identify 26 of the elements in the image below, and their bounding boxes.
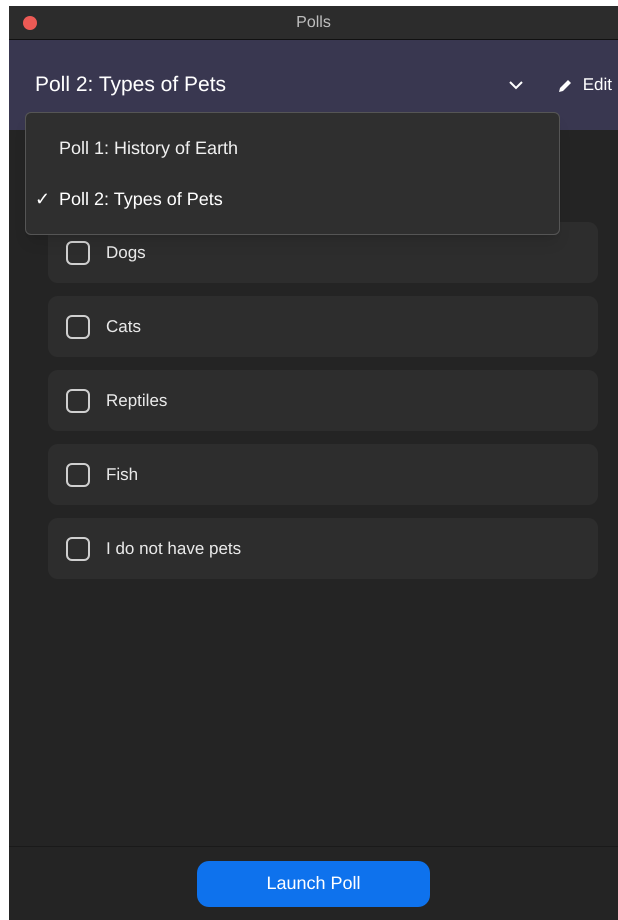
launch-poll-button[interactable]: Launch Poll [197, 860, 430, 906]
poll-title: Poll 2: Types of Pets [35, 72, 228, 98]
checkbox[interactable] [66, 536, 90, 560]
pencil-icon [558, 78, 573, 92]
option-card[interactable]: Fish [48, 444, 598, 505]
option-label: Dogs [106, 242, 146, 264]
chevron-down-icon[interactable] [508, 80, 524, 90]
option-label: Fish [106, 464, 138, 486]
edit-button[interactable]: Edit [558, 72, 612, 98]
dropdown-item[interactable]: Poll 1: History of Earth [26, 134, 559, 162]
option-card[interactable]: Reptiles [48, 370, 598, 431]
checkbox[interactable] [66, 462, 90, 486]
dropdown-item[interactable]: ✓ Poll 2: Types of Pets [26, 186, 559, 212]
checkbox[interactable] [66, 314, 90, 338]
option-label: Reptiles [106, 390, 168, 412]
dropdown-item-label: Poll 2: Types of Pets [59, 188, 223, 211]
option-label: I do not have pets [106, 538, 242, 560]
option-card[interactable]: I do not have pets [48, 518, 598, 579]
window-title: Polls [296, 12, 331, 32]
check-mark: ✓ [35, 188, 50, 208]
option-label: Cats [106, 316, 141, 338]
dropdown-item-label: Poll 1: History of Earth [59, 136, 238, 160]
checkbox[interactable] [66, 388, 90, 412]
option-card[interactable]: Cats [48, 296, 598, 357]
close-button[interactable] [23, 16, 37, 30]
checkbox[interactable] [66, 240, 90, 264]
